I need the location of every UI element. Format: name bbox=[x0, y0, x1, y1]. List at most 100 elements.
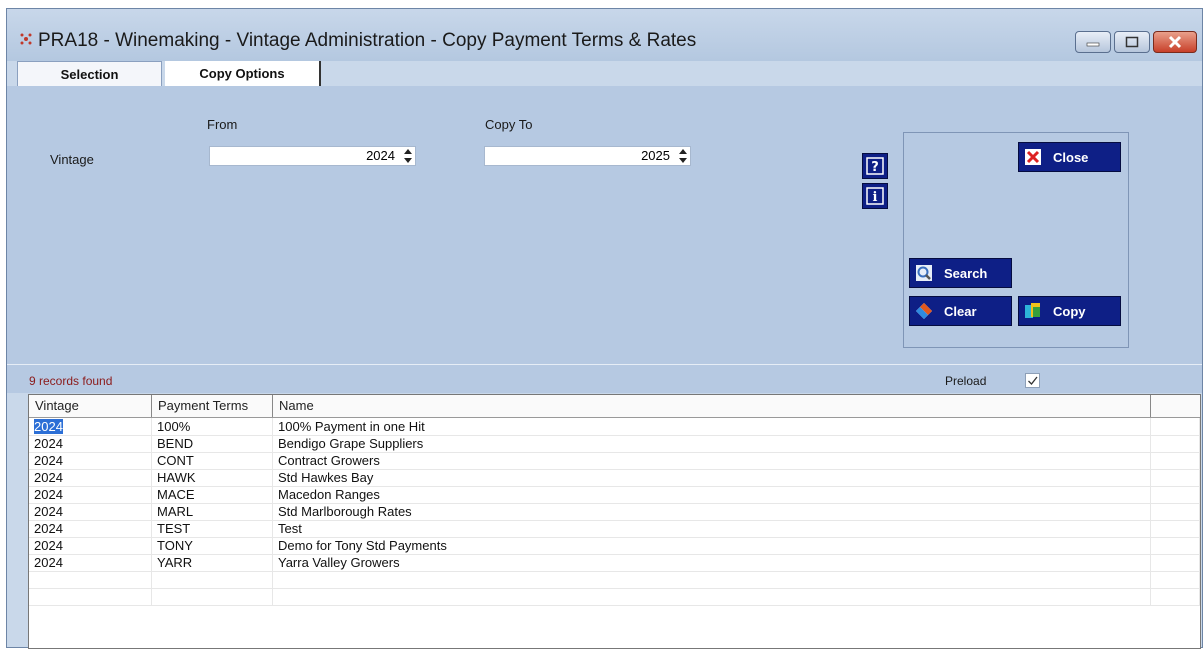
cell-name: Yarra Valley Growers bbox=[273, 554, 1151, 571]
spin-down-icon bbox=[404, 158, 412, 163]
copy-button[interactable]: Copy bbox=[1018, 296, 1121, 326]
cell-name: 100% Payment in one Hit bbox=[273, 418, 1151, 435]
action-button-box: Close Search Clear Copy bbox=[903, 132, 1129, 348]
cell-name: Bendigo Grape Suppliers bbox=[273, 435, 1151, 452]
column-header-name[interactable]: Name bbox=[273, 395, 1151, 417]
cell-payment-terms: CONT bbox=[152, 452, 273, 469]
table-row-empty bbox=[29, 588, 1200, 606]
title-bar: PRA18 - Winemaking - Vintage Administrat… bbox=[7, 9, 1202, 61]
cell-filler bbox=[1151, 554, 1200, 571]
cell-filler bbox=[1151, 503, 1200, 520]
cell-payment-terms: HAWK bbox=[152, 469, 273, 486]
cell-payment-terms: 100% bbox=[152, 418, 273, 435]
column-header-vintage[interactable]: Vintage bbox=[29, 395, 152, 417]
eraser-icon bbox=[914, 301, 934, 321]
cell-name bbox=[273, 571, 1151, 588]
table-row[interactable]: 2024 TONY Demo for Tony Std Payments bbox=[29, 537, 1200, 555]
tab-strip: Selection Copy Options bbox=[7, 61, 1202, 87]
column-header-filler bbox=[1151, 395, 1200, 417]
spin-up-icon bbox=[404, 149, 412, 154]
cell-name: Std Hawkes Bay bbox=[273, 469, 1151, 486]
cell-vintage: 2024 bbox=[29, 469, 152, 486]
info-button[interactable]: i bbox=[862, 183, 888, 209]
cell-vintage: 2024 bbox=[29, 520, 152, 537]
svg-text:?: ? bbox=[871, 160, 879, 175]
clear-button-label: Clear bbox=[944, 303, 977, 319]
cell-vintage: 2024 bbox=[29, 418, 152, 435]
grid-header: Vintage Payment Terms Name bbox=[29, 395, 1200, 418]
cell-name: Contract Growers bbox=[273, 452, 1151, 469]
maximize-icon bbox=[1125, 36, 1139, 48]
cell-filler bbox=[1151, 520, 1200, 537]
payment-terms-grid[interactable]: Vintage Payment Terms Name 2024 100% 100% … bbox=[28, 394, 1201, 649]
table-row-empty bbox=[29, 571, 1200, 589]
table-row[interactable]: 2024 BEND Bendigo Grape Suppliers bbox=[29, 435, 1200, 453]
cell-vintage: 2024 bbox=[29, 537, 152, 554]
cell-name: Std Marlborough Rates bbox=[273, 503, 1151, 520]
preload-label: Preload bbox=[945, 374, 987, 388]
app-icon bbox=[20, 33, 32, 45]
from-spinner-arrows[interactable] bbox=[403, 149, 413, 163]
table-row[interactable]: 2024 MARL Std Marlborough Rates bbox=[29, 503, 1200, 521]
copy-to-vintage-value: 2025 bbox=[641, 148, 670, 163]
window-title: PRA18 - Winemaking - Vintage Administrat… bbox=[38, 30, 697, 51]
cell-payment-terms: MACE bbox=[152, 486, 273, 503]
cell-filler bbox=[1151, 588, 1200, 605]
tab-copy-options[interactable]: Copy Options bbox=[165, 61, 321, 86]
table-row[interactable]: 2024 CONT Contract Growers bbox=[29, 452, 1200, 470]
close-x-icon bbox=[1023, 147, 1043, 167]
cell-vintage: 2024 bbox=[29, 554, 152, 571]
cell-filler bbox=[1151, 486, 1200, 503]
cell-vintage: 2024 bbox=[29, 503, 152, 520]
from-vintage-spinner[interactable]: 2024 bbox=[209, 146, 416, 166]
vintage-label: Vintage bbox=[50, 152, 94, 167]
help-button[interactable]: ? bbox=[862, 153, 888, 179]
close-button-label: Close bbox=[1053, 149, 1089, 165]
table-row[interactable]: 2024 TEST Test bbox=[29, 520, 1200, 538]
search-icon bbox=[914, 263, 934, 283]
copy-button-label: Copy bbox=[1053, 303, 1086, 319]
spin-down-icon bbox=[679, 158, 687, 163]
copy-to-spinner-arrows[interactable] bbox=[678, 149, 688, 163]
info-icon: i bbox=[866, 187, 884, 205]
copy-icon bbox=[1023, 301, 1043, 321]
tab-selection[interactable]: Selection bbox=[17, 61, 162, 86]
cell-vintage: 2024 bbox=[29, 452, 152, 469]
status-row: 9 records found Preload bbox=[7, 364, 1202, 393]
records-found-text: 9 records found bbox=[29, 374, 113, 388]
close-button[interactable]: Close bbox=[1018, 142, 1121, 172]
cell-payment-terms: YARR bbox=[152, 554, 273, 571]
cell-filler bbox=[1151, 537, 1200, 554]
table-row[interactable]: 2024 MACE Macedon Ranges bbox=[29, 486, 1200, 504]
cell-vintage bbox=[29, 571, 152, 588]
cell-filler bbox=[1151, 452, 1200, 469]
cell-vintage: 2024 bbox=[29, 435, 152, 452]
help-icon: ? bbox=[866, 157, 884, 175]
copy-to-vintage-spinner[interactable]: 2025 bbox=[484, 146, 691, 166]
cell-payment-terms bbox=[152, 571, 273, 588]
minimize-button[interactable] bbox=[1075, 31, 1111, 53]
table-row[interactable]: 2024 100% 100% Payment in one Hit bbox=[29, 418, 1200, 436]
cell-filler bbox=[1151, 571, 1200, 588]
cell-filler bbox=[1151, 435, 1200, 452]
preload-checkbox[interactable] bbox=[1025, 373, 1040, 388]
maximize-button[interactable] bbox=[1114, 31, 1150, 53]
cell-name bbox=[273, 588, 1151, 605]
clear-button[interactable]: Clear bbox=[909, 296, 1012, 326]
svg-text:i: i bbox=[873, 190, 878, 205]
close-window-button[interactable] bbox=[1153, 31, 1197, 53]
selected-cell-highlight: 2024 bbox=[34, 419, 63, 434]
search-button[interactable]: Search bbox=[909, 258, 1012, 288]
cell-filler bbox=[1151, 418, 1200, 435]
cell-payment-terms: BEND bbox=[152, 435, 273, 452]
minimize-icon bbox=[1086, 42, 1100, 47]
table-row[interactable]: 2024 HAWK Std Hawkes Bay bbox=[29, 469, 1200, 487]
cell-vintage: 2024 bbox=[29, 486, 152, 503]
cell-name: Macedon Ranges bbox=[273, 486, 1151, 503]
close-icon bbox=[1168, 35, 1182, 49]
cell-vintage bbox=[29, 588, 152, 605]
from-vintage-value: 2024 bbox=[366, 148, 395, 163]
column-header-payment-terms[interactable]: Payment Terms bbox=[152, 395, 273, 417]
table-row[interactable]: 2024 YARR Yarra Valley Growers bbox=[29, 554, 1200, 572]
app-window: PRA18 - Winemaking - Vintage Administrat… bbox=[6, 8, 1203, 649]
